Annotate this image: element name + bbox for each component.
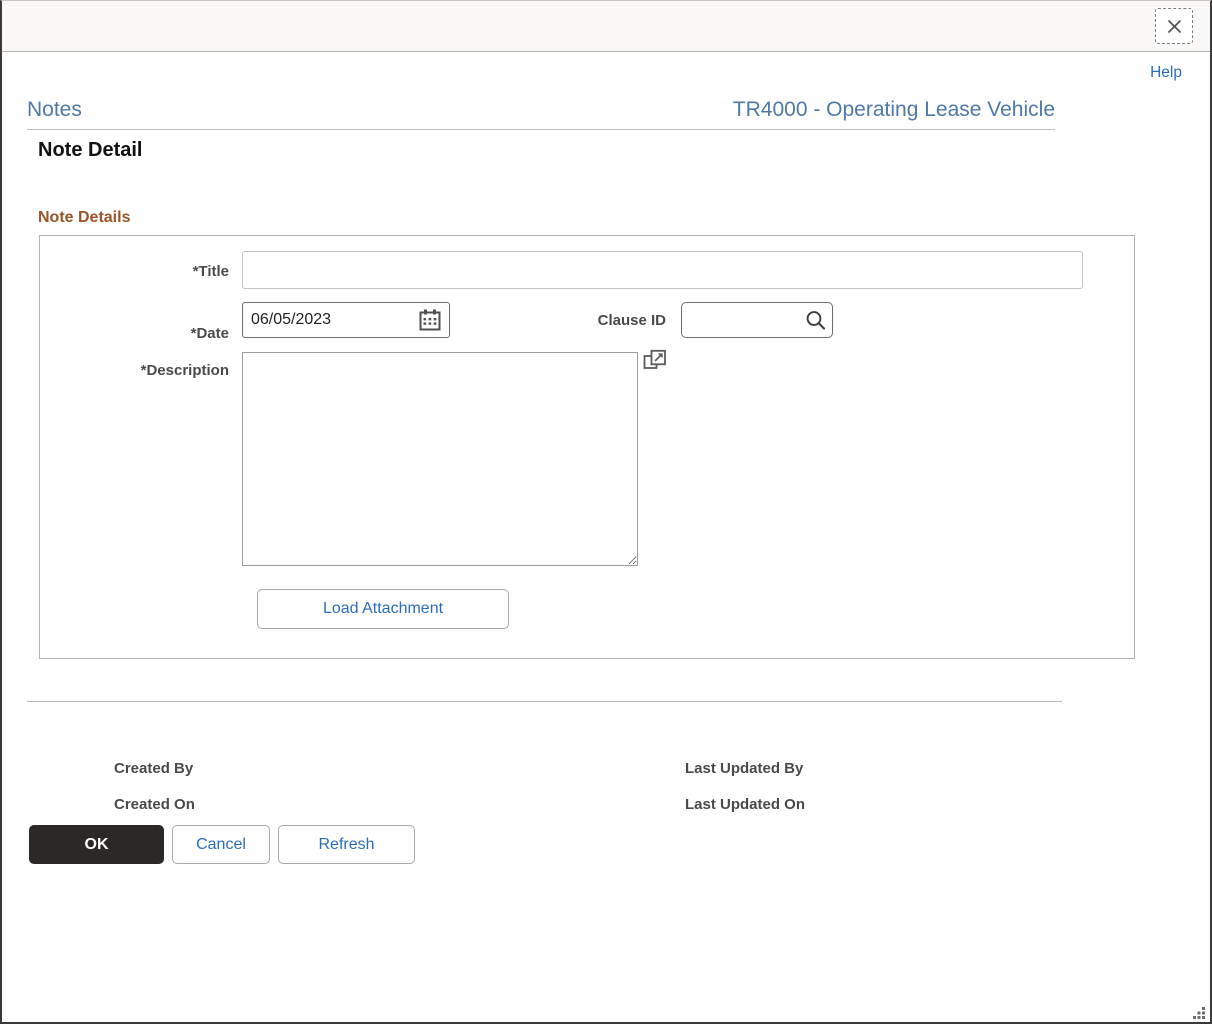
refresh-button[interactable]: Refresh [278, 825, 415, 864]
description-textarea[interactable] [242, 352, 638, 566]
close-button[interactable] [1155, 8, 1193, 44]
clause-id-lookup-button[interactable] [804, 309, 827, 332]
open-in-new-window-icon [643, 349, 667, 376]
expand-description-button[interactable] [643, 349, 667, 373]
page-title: Note Detail [38, 139, 143, 161]
help-link[interactable]: Help [1150, 64, 1182, 82]
breadcrumb-item-notes[interactable]: Notes [27, 97, 82, 123]
ok-button[interactable]: OK [29, 825, 164, 864]
date-field-label: *Date [190, 325, 229, 342]
context-title[interactable]: TR4000 - Operating Lease Vehicle [733, 97, 1055, 123]
load-attachment-button[interactable]: Load Attachment [257, 589, 509, 629]
created-on-label: Created On [114, 796, 195, 813]
last-updated-on-label: Last Updated On [685, 796, 806, 813]
title-input[interactable] [242, 251, 1083, 289]
modal-window: Help Notes TR4000 - Operating Lease Vehi… [0, 0, 1212, 1024]
title-field-label: *Title [192, 263, 229, 280]
calendar-icon-button[interactable] [418, 309, 442, 332]
clause-id-field-label: Clause ID [597, 312, 666, 329]
section-divider [27, 701, 1062, 702]
group-box-label: Note Details [38, 209, 131, 226]
window-titlebar [2, 1, 1210, 52]
created-by-label: Created By [114, 760, 194, 777]
search-icon [804, 311, 827, 335]
date-field-wrapper [242, 302, 450, 338]
close-icon [1166, 18, 1183, 35]
description-field-label: *Description [140, 362, 229, 379]
calendar-icon [418, 309, 442, 335]
breadcrumb: Notes TR4000 - Operating Lease Vehicle [27, 97, 1055, 130]
cancel-button[interactable]: Cancel [172, 825, 270, 864]
last-updated-by-label: Last Updated By [685, 760, 804, 777]
window-resize-grip[interactable] [1191, 1003, 1207, 1019]
clause-id-field-wrapper [681, 302, 833, 338]
